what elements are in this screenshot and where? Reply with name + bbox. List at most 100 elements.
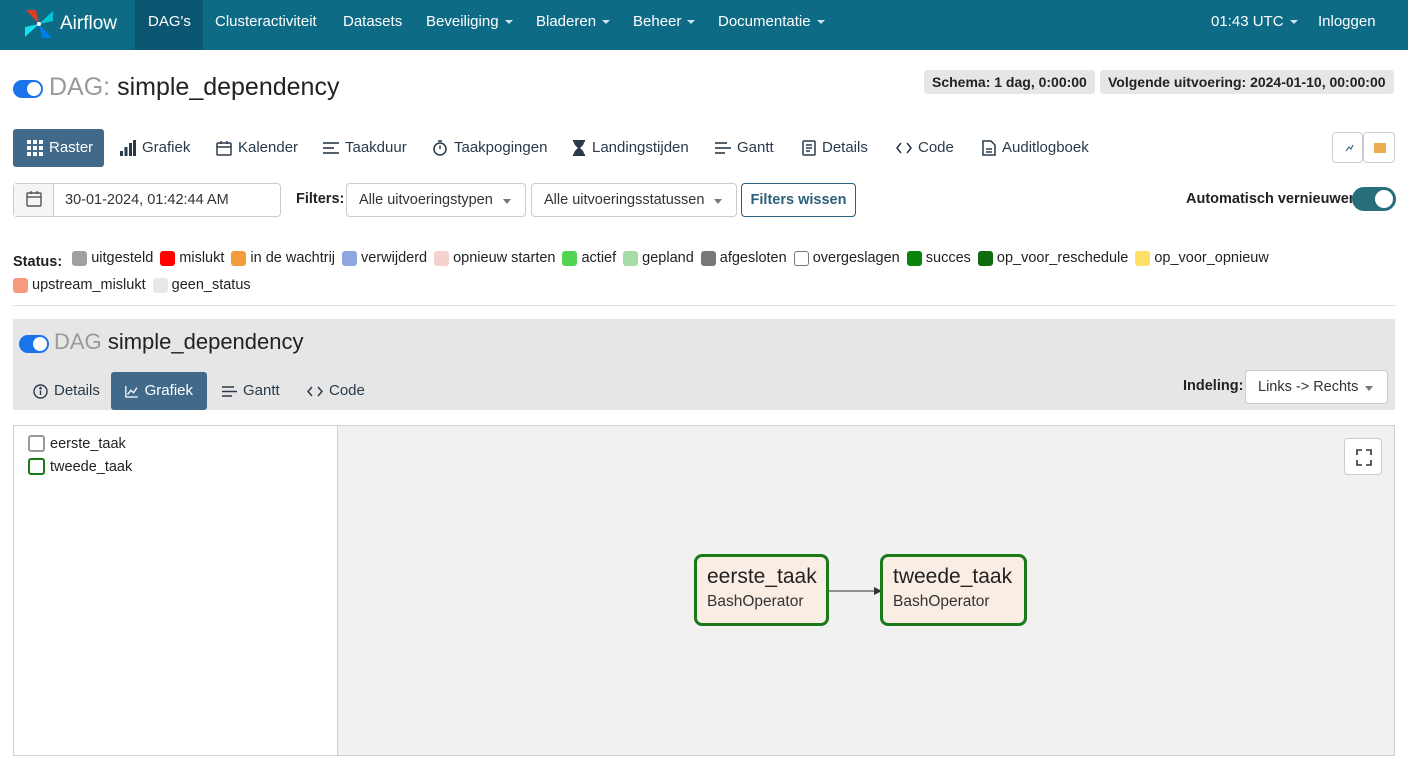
nav-dags[interactable]: DAG's xyxy=(135,0,203,50)
panel-dag-id: simple_dependency xyxy=(107,329,304,354)
tab-details[interactable]: Details xyxy=(802,129,868,167)
legend-swatch xyxy=(1135,251,1151,266)
task-node-tweede-taak[interactable]: tweede_taak BashOperator xyxy=(880,554,1027,626)
wrap-icon xyxy=(1345,144,1354,152)
subtab-gantt[interactable]: Gantt xyxy=(222,372,280,410)
base-date-picker[interactable]: 30-01-2024, 01:42:44 AM xyxy=(13,183,281,217)
nav-browse[interactable]: Bladeren xyxy=(536,0,611,50)
login-link[interactable]: Inloggen xyxy=(1318,0,1376,50)
nav-time[interactable]: 01:43 UTC xyxy=(1211,0,1298,50)
toggle-panel-button[interactable] xyxy=(1363,132,1395,163)
legend-label: actief xyxy=(581,250,617,266)
tab-gantt[interactable]: Gantt xyxy=(715,129,774,167)
tree-item-eerste-taak[interactable]: eerste_taak xyxy=(28,435,126,452)
legend-item: overgeslagen xyxy=(793,247,900,270)
subtab-code[interactable]: Code xyxy=(307,372,365,410)
tree-item-tweede-taak[interactable]: tweede_taak xyxy=(28,458,132,475)
legend-label: succes xyxy=(925,250,971,266)
code-icon xyxy=(896,142,912,154)
run-type-select[interactable]: Alle uitvoeringstypen xyxy=(346,183,526,217)
tab-calendar[interactable]: Kalender xyxy=(216,129,298,167)
tree-item-label: eerste_taak xyxy=(50,435,126,452)
legend-swatch xyxy=(231,251,247,266)
task-node-eerste-taak[interactable]: eerste_taak BashOperator xyxy=(694,554,829,626)
schedule-badge: Schema: 1 dag, 0:00:00 xyxy=(924,70,1095,94)
legend-label: overgeslagen xyxy=(812,250,900,266)
subtab-graph[interactable]: Grafiek xyxy=(111,372,207,410)
subtab-details[interactable]: Details xyxy=(33,372,100,410)
legend-label: uitgesteld xyxy=(91,250,154,266)
code-icon xyxy=(307,386,323,396)
nav-admin[interactable]: Beheer xyxy=(633,0,696,50)
legend-swatch xyxy=(562,251,578,266)
legend-label: upstream_mislukt xyxy=(32,277,146,293)
legend-label: afgesloten xyxy=(719,250,787,266)
legend-swatch xyxy=(72,251,88,266)
dag-prefix: DAG: xyxy=(49,73,111,101)
legend-label: verwijderd xyxy=(361,250,428,266)
nav-docs[interactable]: Documentatie xyxy=(718,0,825,50)
status-legend: Status: uitgesteld mislukt in de wachtrij v… xyxy=(13,247,1398,301)
legend-label: opnieuw starten xyxy=(453,250,556,266)
legend-item: succes xyxy=(906,247,971,270)
tab-task-tries[interactable]: Taakpogingen xyxy=(432,129,547,167)
chevron-down-icon xyxy=(504,20,513,25)
toggle-wrap-button[interactable] xyxy=(1332,132,1363,163)
tab-landing-times-label: Landingstijden xyxy=(592,139,689,156)
subtab-graph-label: Grafiek xyxy=(144,382,193,399)
nav-admin-label: Beheer xyxy=(633,13,682,30)
run-state-value: Alle uitvoeringsstatussen xyxy=(544,192,705,208)
tab-audit-log[interactable]: Auditlogboek xyxy=(982,129,1089,167)
tab-grid[interactable]: Raster xyxy=(13,129,104,167)
layout-select[interactable]: Links -> Rechts xyxy=(1245,370,1388,404)
auto-refresh-label: Automatisch vernieuwen xyxy=(1186,191,1358,207)
dag-pause-toggle[interactable] xyxy=(13,80,43,98)
line-chart-icon xyxy=(125,385,138,398)
page-title: DAG: simple_dependency xyxy=(49,73,339,102)
legend-item: in de wachtrij xyxy=(231,247,335,270)
tab-task-duration[interactable]: Taakduur xyxy=(323,129,407,167)
tab-landing-times[interactable]: Landingstijden xyxy=(572,129,689,167)
task-node-operator: BashOperator xyxy=(707,593,804,610)
base-date-input[interactable]: 30-01-2024, 01:42:44 AM xyxy=(65,192,229,208)
filters-label: Filters: xyxy=(296,191,345,207)
tab-audit-log-label: Auditlogboek xyxy=(1002,139,1089,156)
clear-filters-button[interactable]: Filters wissen xyxy=(741,183,856,217)
legend-label: gepland xyxy=(642,250,694,266)
legend-swatch xyxy=(623,251,639,266)
run-state-select[interactable]: Alle uitvoeringsstatussen xyxy=(531,183,737,217)
dag-pause-toggle[interactable] xyxy=(19,335,49,353)
calendar-button[interactable] xyxy=(14,184,54,216)
legend-item: afgesloten xyxy=(700,247,787,270)
chevron-down-icon xyxy=(714,199,722,204)
legend-label: in de wachtrij xyxy=(250,250,336,266)
grid-icon xyxy=(27,140,43,156)
nav-cluster-activity[interactable]: Clusteractiviteit xyxy=(215,0,317,50)
subtab-code-label: Code xyxy=(329,382,365,399)
panel-title: DAG simple_dependency xyxy=(54,329,304,355)
legend-swatch xyxy=(160,251,176,266)
tab-task-tries-label: Taakpogingen xyxy=(454,139,548,156)
tab-grid-label: Raster xyxy=(49,139,94,156)
airflow-logo[interactable]: Airflow xyxy=(22,4,117,44)
nav-security[interactable]: Beveiliging xyxy=(426,0,513,50)
task-node-name: tweede_taak xyxy=(893,565,1013,588)
legend-label: mislukt xyxy=(179,250,225,266)
chevron-down-icon xyxy=(1289,20,1298,25)
calendar-icon xyxy=(26,191,42,207)
auto-refresh-toggle[interactable] xyxy=(1352,187,1396,211)
legend-swatch xyxy=(977,251,993,266)
tab-code[interactable]: Code xyxy=(896,129,954,167)
info-icon xyxy=(33,383,48,399)
stopwatch-icon xyxy=(433,140,447,156)
tab-graph[interactable]: Grafiek xyxy=(120,129,190,167)
subtab-details-label: Details xyxy=(54,382,100,399)
task-node-operator: BashOperator xyxy=(893,593,990,610)
legend-swatch xyxy=(434,251,450,266)
dag-graph-canvas[interactable]: eerste_taak BashOperator tweede_taak Bas… xyxy=(337,425,1395,756)
tab-gantt-label: Gantt xyxy=(737,139,774,156)
legend-item: verwijderd xyxy=(342,247,427,270)
tab-calendar-label: Kalender xyxy=(238,139,299,156)
next-run-badge: Volgende uitvoering: 2024-01-10, 00:00:0… xyxy=(1100,70,1394,94)
nav-datasets[interactable]: Datasets xyxy=(343,0,402,50)
